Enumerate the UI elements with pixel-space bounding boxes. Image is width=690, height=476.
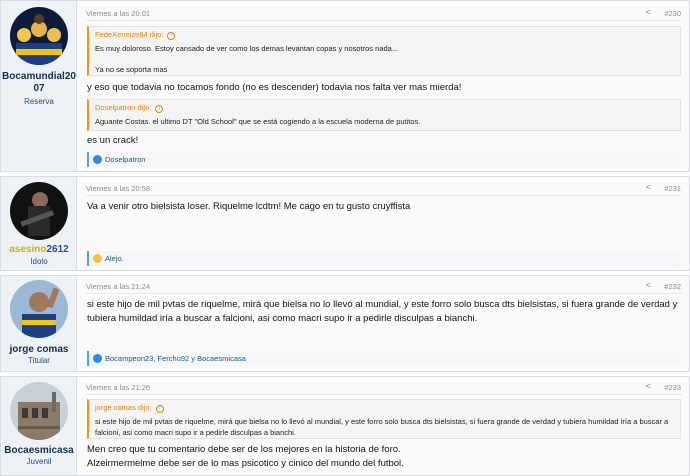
post-number[interactable]: #230: [664, 9, 681, 18]
like-icon: [93, 154, 102, 164]
post-number[interactable]: #233: [664, 383, 681, 392]
up-arrow-icon[interactable]: ↑: [155, 405, 164, 413]
avatar[interactable]: [10, 7, 68, 65]
quote-text: Es muy doloroso. Estoy cansado de ver co…: [95, 44, 399, 74]
quote-block: Doselpatron dijo: ↑ Aguante Costas. el u…: [87, 99, 681, 131]
post-230: Bocamundial20 07 Reserva Viernes a las 20…: [0, 0, 690, 172]
post-231: asesino2612 Idolo Viernes a las 20:58 < …: [0, 176, 690, 271]
post-time[interactable]: Viernes a las 21:26: [86, 383, 150, 392]
quote-author[interactable]: jorge comas dijo: ↑: [95, 403, 674, 413]
share-icon[interactable]: <: [646, 381, 651, 391]
reaction-users[interactable]: Alejo.: [105, 254, 124, 263]
username[interactable]: Bocaesmicasa: [1, 445, 77, 457]
username[interactable]: jorge comas: [1, 344, 77, 356]
reactions-bar[interactable]: Bocampeon23, Ferchu92 y Bocaesmicasa: [87, 351, 681, 366]
user-rank: Reserva: [24, 97, 54, 106]
post-number[interactable]: #231: [664, 184, 681, 193]
post-number[interactable]: #232: [664, 282, 681, 291]
share-icon[interactable]: <: [646, 182, 651, 192]
reaction-users[interactable]: Bocampeon23, Ferchu92 y Bocaesmicasa: [105, 354, 246, 363]
user-info: asesino2612 Idolo: [1, 177, 77, 270]
post-text: y eso que todavia no tocamos fondo (no e…: [87, 82, 462, 93]
avatar[interactable]: [10, 382, 68, 440]
quote-author[interactable]: FedeXeneize84 dijo: ↑: [95, 30, 674, 40]
post-text: es un crack!: [87, 135, 139, 146]
reaction-users[interactable]: Doselpatron: [105, 155, 145, 164]
user-rank: Juvenil: [26, 457, 52, 466]
post-time[interactable]: Viernes a las 20:01: [86, 9, 150, 18]
avatar[interactable]: [10, 280, 68, 338]
up-arrow-icon[interactable]: ↑: [167, 32, 176, 40]
user-rank: Idolo: [30, 257, 48, 266]
post-time[interactable]: Viernes a las 21:24: [86, 282, 150, 291]
up-arrow-icon[interactable]: ↑: [155, 105, 164, 113]
username[interactable]: asesino2612: [1, 244, 77, 256]
quote-block: FedeXeneize84 dijo: ↑ Es muy doloroso. E…: [87, 26, 681, 76]
post-meta: Viernes a las 20:01 < #230: [86, 7, 681, 21]
reactions-bar[interactable]: Alejo.: [87, 251, 681, 266]
quote-text: si este hijo de mil pvtas de riquelme, m…: [95, 417, 669, 437]
post-meta: Viernes a las 20:58 < #231: [86, 182, 681, 196]
post-232: jorge comas Titular Viernes a las 21:24 …: [0, 275, 690, 372]
share-icon[interactable]: <: [646, 280, 651, 290]
reactions-bar[interactable]: Doselpatron: [87, 152, 681, 167]
user-info: jorge comas Titular: [1, 276, 77, 371]
user-info: Bocamundial20 07 Reserva: [1, 1, 77, 171]
post-233: Bocaesmicasa Juvenil Viernes a las 21:26…: [0, 376, 690, 476]
avatar[interactable]: [10, 182, 68, 240]
quote-author[interactable]: Doselpatron dijo: ↑: [95, 103, 674, 113]
user-rank: Titular: [28, 356, 50, 365]
post-meta: Viernes a las 21:24 < #232: [86, 280, 681, 294]
post-text: Va a venir otro bielsista loser. Riquelm…: [87, 201, 411, 212]
haha-icon: [93, 253, 102, 263]
like-icon: [93, 353, 102, 363]
share-icon[interactable]: <: [646, 7, 651, 17]
username[interactable]: Bocamundial20 07: [1, 71, 77, 95]
user-info: Bocaesmicasa Juvenil: [1, 377, 77, 475]
post-text: Men creo que tu comentario debe ser de l…: [87, 444, 404, 469]
post-time[interactable]: Viernes a las 20:58: [86, 184, 150, 193]
post-text: si este hijo de mil pvtas de riquelme, m…: [87, 299, 678, 324]
quote-block: jorge comas dijo: ↑ si este hijo de mil …: [87, 399, 681, 439]
post-meta: Viernes a las 21:26 < #233: [86, 381, 681, 395]
quote-text: Aguante Costas. el ultimo DT "Old School…: [95, 117, 421, 126]
